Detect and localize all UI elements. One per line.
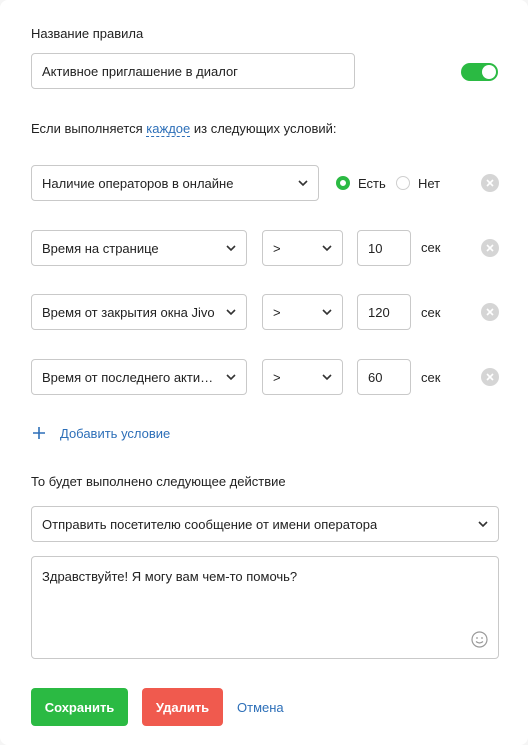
close-icon: [486, 308, 494, 316]
save-button[interactable]: Сохранить: [31, 688, 128, 726]
delete-button[interactable]: Удалить: [142, 688, 223, 726]
condition-4-remove-button[interactable]: [481, 368, 499, 386]
condition-2-value-input[interactable]: 10: [357, 230, 411, 266]
condition-4-unit: сек: [421, 370, 441, 385]
condition-1-type-value: Наличие операторов в онлайне: [42, 175, 234, 191]
radio-no-label: Нет: [418, 176, 441, 191]
chevron-down-icon: [478, 521, 488, 528]
emoji-icon[interactable]: [471, 631, 488, 648]
condition-1-type-select[interactable]: Наличие операторов в онлайне: [31, 165, 319, 201]
rule-name-value: Активное приглашение в диалог: [42, 63, 238, 79]
condition-3-operator-value: >: [273, 304, 281, 320]
condition-4-type-select[interactable]: Время от последнего активн...: [31, 359, 247, 395]
action-value: Отправить посетителю сообщение от имени …: [42, 516, 378, 532]
close-icon: [486, 179, 494, 187]
message-textarea[interactable]: Здравствуйте! Я могу вам чем-то помочь?: [31, 556, 499, 659]
condition-4-type-value: Время от последнего активн...: [42, 369, 218, 385]
conditions-header-prefix: Если выполняется: [31, 121, 143, 136]
condition-2-type-value: Время на странице: [42, 240, 159, 256]
message-text: Здравствуйте! Я могу вам чем-то помочь?: [42, 569, 298, 584]
condition-3-unit: сек: [421, 305, 441, 320]
condition-1-remove-button[interactable]: [481, 174, 499, 192]
radio-yes-label: Есть: [358, 176, 386, 191]
condition-3-value: 120: [368, 304, 390, 320]
condition-2-unit: сек: [421, 240, 441, 255]
save-button-label: Сохранить: [44, 699, 115, 715]
toggle-knob: [482, 65, 496, 79]
condition-3-type-select[interactable]: Время от закрытия окна Jivo: [31, 294, 247, 330]
condition-2-remove-button[interactable]: [481, 239, 499, 257]
condition-2-type-select[interactable]: Время на странице: [31, 230, 247, 266]
condition-3-value-input[interactable]: 120: [357, 294, 411, 330]
rule-name-input[interactable]: Активное приглашение в диалог: [31, 53, 355, 89]
action-select[interactable]: Отправить посетителю сообщение от имени …: [31, 506, 499, 542]
rule-enabled-toggle[interactable]: [461, 63, 498, 81]
radio-no[interactable]: [396, 176, 410, 190]
rule-name-label: Название правила: [31, 26, 144, 41]
condition-4-value: 60: [368, 369, 383, 385]
chevron-down-icon: [322, 374, 332, 381]
close-icon: [486, 373, 494, 381]
close-icon: [486, 244, 494, 252]
add-condition-button[interactable]: Добавить условие: [31, 425, 170, 441]
condition-3-type-value: Время от закрытия окна Jivo: [42, 304, 215, 320]
condition-2-operator-select[interactable]: >: [262, 230, 343, 266]
delete-button-label: Удалить: [155, 699, 210, 715]
rule-editor-card: Название правила Активное приглашение в …: [0, 0, 528, 745]
chevron-down-icon: [322, 245, 332, 252]
condition-3-remove-button[interactable]: [481, 303, 499, 321]
condition-4-operator-value: >: [273, 369, 281, 385]
condition-2-operator-value: >: [273, 240, 281, 256]
add-condition-label: Добавить условие: [60, 425, 171, 441]
condition-2-value: 10: [368, 240, 383, 256]
conditions-header: Если выполняется каждое из следующих усл…: [31, 121, 337, 137]
condition-4-value-input[interactable]: 60: [357, 359, 411, 395]
condition-3-operator-select[interactable]: >: [262, 294, 343, 330]
chevron-down-icon: [226, 374, 236, 381]
action-label: То будет выполнено следующее действие: [31, 474, 286, 489]
radio-yes[interactable]: [336, 176, 350, 190]
condition-4-operator-select[interactable]: >: [262, 359, 343, 395]
conditions-header-suffix: из следующих условий:: [193, 121, 337, 136]
chevron-down-icon: [226, 309, 236, 316]
chevron-down-icon: [322, 309, 332, 316]
conditions-mode-link[interactable]: каждое: [146, 121, 191, 137]
chevron-down-icon: [226, 245, 236, 252]
plus-icon: [33, 427, 45, 439]
cancel-link[interactable]: Отмена: [237, 700, 284, 715]
chevron-down-icon: [298, 180, 308, 187]
